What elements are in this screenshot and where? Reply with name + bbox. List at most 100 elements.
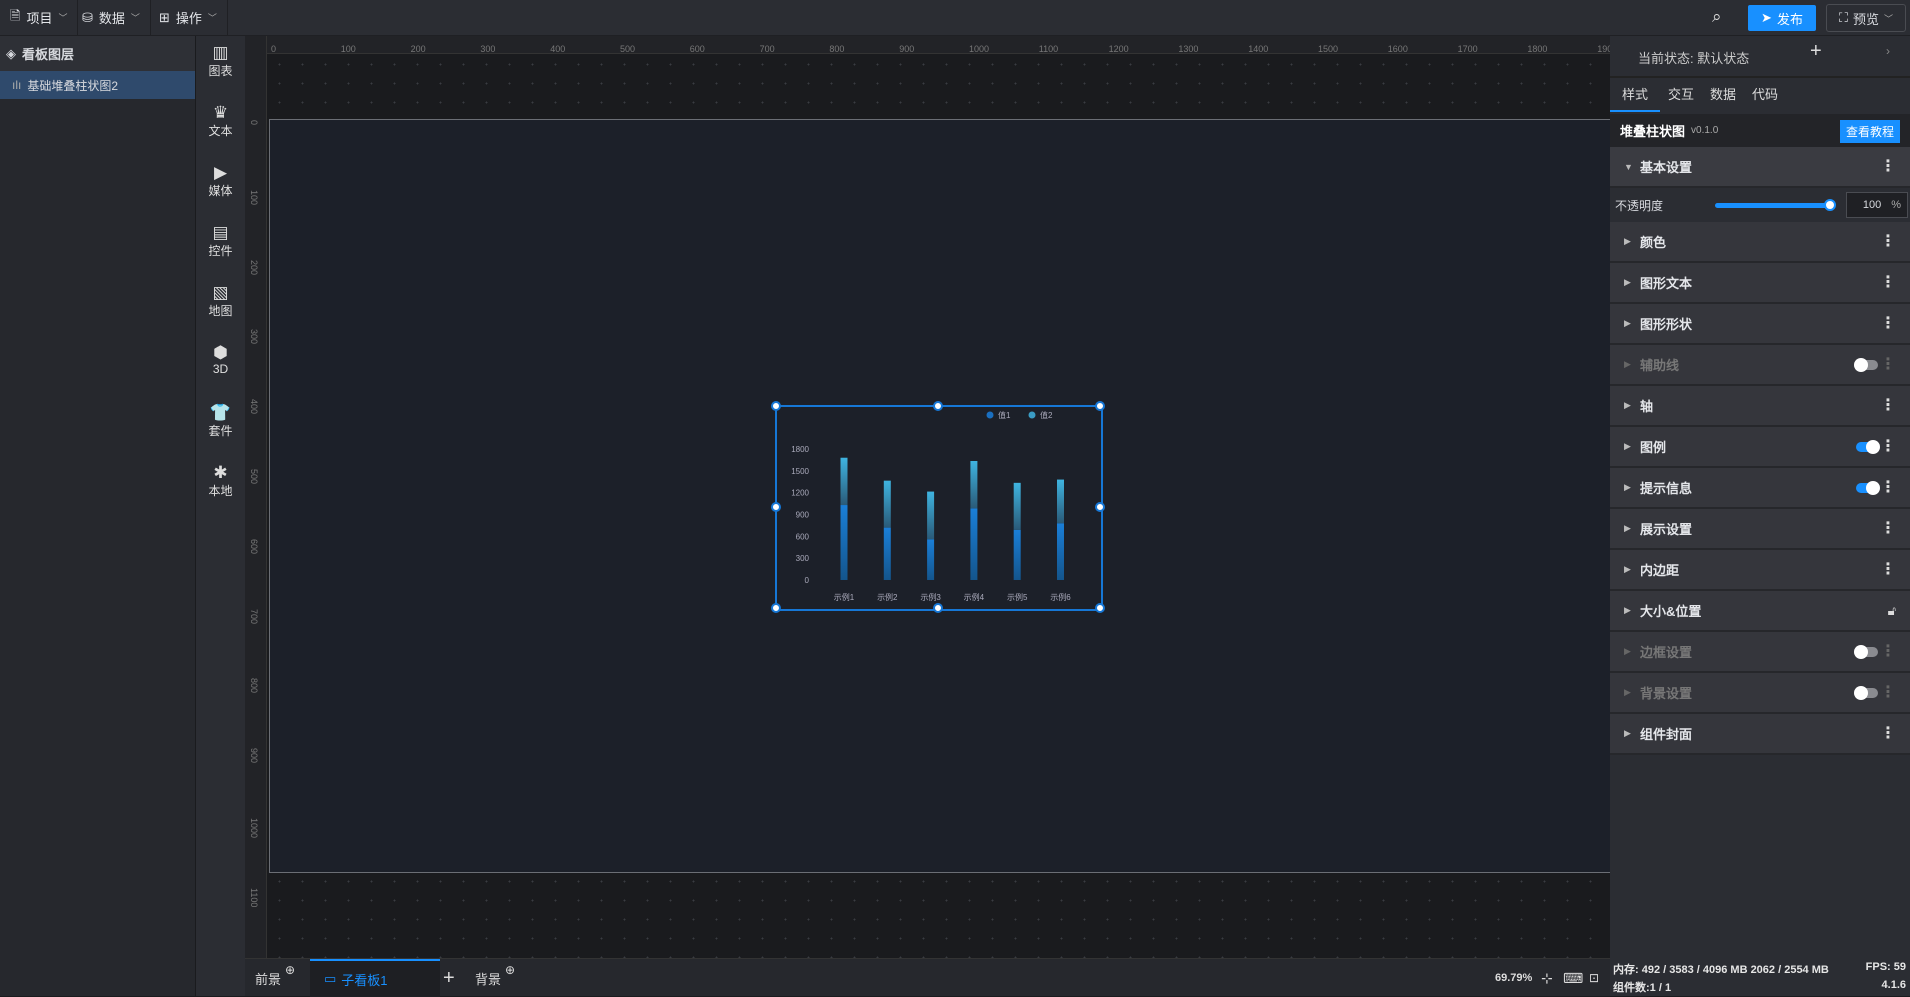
chevron-right-icon[interactable]: › <box>1886 44 1890 58</box>
opacity-slider[interactable] <box>1715 199 1836 211</box>
more-icon[interactable]: ⋮ <box>1880 234 1896 250</box>
layer-item[interactable]: ılı 基础堆叠柱状图2 <box>0 71 195 99</box>
ruler-label: 900 <box>899 44 915 54</box>
more-icon[interactable]: ⋮ <box>1880 480 1896 496</box>
caret-right-icon: ▶ <box>1624 564 1631 574</box>
y-tick-label: 0 <box>805 576 810 585</box>
toggle-switch[interactable] <box>1856 440 1880 454</box>
keyboard-icon[interactable]: ⌨ <box>1563 959 1583 997</box>
tab-sub-board[interactable]: ▭ 子看板1 <box>310 959 440 997</box>
property-tabs: 样式 交互 数据 代码 <box>1610 76 1910 112</box>
more-icon[interactable]: ⋮ <box>1880 726 1896 742</box>
component-1[interactable]: ♛ 文本 <box>196 104 245 139</box>
ruler-label: 300 <box>480 44 496 54</box>
section-label: 组件封面 <box>1640 727 1693 742</box>
component-7[interactable]: ✱ 本地 <box>196 464 245 499</box>
terminal-icon[interactable]: ⊡ <box>1589 959 1599 997</box>
status-bar: 内存: 492 / 3583 / 4096 MB 2062 / 2554 MB … <box>1610 958 1910 996</box>
caret-right-icon: ▶ <box>1624 236 1631 246</box>
section-basic[interactable]: ▼ 基本设置 ⋮ <box>1610 147 1910 188</box>
resize-handle[interactable] <box>1095 502 1105 512</box>
section-0[interactable]: ▶ 颜色 ⋮ <box>1610 222 1910 263</box>
caret-right-icon: ▶ <box>1624 728 1631 738</box>
add-board-button[interactable]: + <box>443 959 455 997</box>
slider-handle[interactable] <box>1824 199 1836 211</box>
component-0[interactable]: ▥ 图表 <box>196 44 245 79</box>
more-icon[interactable]: ⋮ <box>1880 159 1896 175</box>
chart-selection[interactable]: 0 300 600 900 1200 1500 1800 示例1 示例2 示例3 示例4 示例5 示例6… <box>771 401 1105 613</box>
toggle-switch[interactable] <box>1856 481 1880 495</box>
section-11[interactable]: ▶ 背景设置 ⋮ <box>1610 673 1910 714</box>
section-8[interactable]: ▶ 内边距 ⋮ <box>1610 550 1910 591</box>
more-icon[interactable]: ⋮ <box>1880 644 1896 660</box>
add-circle-icon[interactable]: ⊕ <box>285 963 295 977</box>
section-5[interactable]: ▶ 图例 ⋮ <box>1610 427 1910 468</box>
section-3[interactable]: ▶ 辅助线 ⋮ <box>1610 345 1910 386</box>
memory-usage: 内存: 492 / 3583 / 4096 MB 2062 / 2554 MB <box>1613 964 1829 976</box>
tutorial-button[interactable]: 查看教程 <box>1839 120 1900 143</box>
menu-operate[interactable]: ⊞ 操作 ﹀ <box>149 0 228 35</box>
tab-0[interactable]: 样式 <box>1610 78 1661 112</box>
ruler-label: 100 <box>249 189 259 205</box>
section-12[interactable]: ▶ 组件封面 ⋮ <box>1610 714 1910 755</box>
resize-handle[interactable] <box>933 603 943 613</box>
section-label: 轴 <box>1640 399 1654 414</box>
menu-data[interactable]: ⛁ 数据 ﹀ <box>72 0 151 35</box>
section-4[interactable]: ▶ 轴 ⋮ <box>1610 386 1910 427</box>
section-10[interactable]: ▶ 边框设置 ⋮ <box>1610 632 1910 673</box>
tab-1[interactable]: 交互 <box>1660 78 1702 112</box>
caret-right-icon: ▶ <box>1624 441 1631 451</box>
tab-3[interactable]: 代码 <box>1744 78 1786 112</box>
more-icon[interactable]: ⋮ <box>1880 685 1896 701</box>
resize-handle[interactable] <box>771 502 781 512</box>
search-icon[interactable]: ⌕ <box>1712 7 1722 27</box>
toggle-switch[interactable] <box>1854 686 1878 700</box>
lock-icon[interactable]: 🔓︎ <box>1888 603 1896 619</box>
preview-button[interactable]: ⛶ 预览 ﹀ <box>1826 4 1906 32</box>
resize-handle[interactable] <box>771 401 781 411</box>
bar-值1-示例3 <box>927 539 935 580</box>
tab-background[interactable]: 背景 ⊕ <box>475 959 515 997</box>
section-label: 颜色 <box>1640 235 1667 250</box>
publish-button[interactable]: ➤ 发布 <box>1748 5 1816 31</box>
more-icon[interactable]: ⋮ <box>1880 398 1896 414</box>
component-3[interactable]: ▤ 控件 <box>196 224 245 259</box>
legend-label: 值1 <box>998 410 1011 420</box>
tab-2[interactable]: 数据 <box>1702 78 1744 112</box>
section-7[interactable]: ▶ 展示设置 ⋮ <box>1610 509 1910 550</box>
section-1[interactable]: ▶ 图形文本 ⋮ <box>1610 263 1910 304</box>
more-icon[interactable]: ⋮ <box>1880 275 1896 291</box>
more-icon[interactable]: ⋮ <box>1880 439 1896 455</box>
ruler-label: 900 <box>249 748 259 764</box>
resize-handle[interactable] <box>933 401 943 411</box>
component-5[interactable]: ⬢ 3D <box>196 344 245 377</box>
component-header: 堆叠柱状图 v0.1.0 查看教程 <box>1610 114 1910 147</box>
opacity-input[interactable]: 100% <box>1846 192 1908 218</box>
fit-screen-icon[interactable]: ⊹ <box>1541 959 1553 997</box>
add-state-button[interactable]: + <box>1810 40 1822 63</box>
board-icon: ▭ <box>324 971 337 986</box>
more-icon[interactable]: ⋮ <box>1880 316 1896 332</box>
more-icon[interactable]: ⋮ <box>1880 357 1896 373</box>
more-icon[interactable]: ⋮ <box>1880 562 1896 578</box>
resize-handle[interactable] <box>1095 401 1105 411</box>
resize-handle[interactable] <box>1095 603 1105 613</box>
component-2[interactable]: ▶ 媒体 <box>196 164 245 199</box>
ruler-label: 1300 <box>1178 44 1199 54</box>
toggle-switch[interactable] <box>1854 645 1878 659</box>
toggle-switch[interactable] <box>1854 358 1878 372</box>
component-6[interactable]: 👕 套件 <box>196 404 245 439</box>
add-circle-icon[interactable]: ⊕ <box>505 963 515 977</box>
section-2[interactable]: ▶ 图形形状 ⋮ <box>1610 304 1910 345</box>
menu-project[interactable]: 🗎 项目 ﹀ <box>0 0 79 35</box>
tab-foreground[interactable]: 前景 ⊕ <box>255 959 295 997</box>
resize-handle[interactable] <box>771 603 781 613</box>
component-4[interactable]: ▧ 地图 <box>196 284 245 319</box>
section-label: 提示信息 <box>1640 481 1693 496</box>
zoom-level[interactable]: 69.79% <box>1495 959 1532 997</box>
ruler-label: 700 <box>249 608 259 624</box>
more-icon[interactable]: ⋮ <box>1880 521 1896 537</box>
ruler-label: 1700 <box>1457 44 1478 54</box>
section-6[interactable]: ▶ 提示信息 ⋮ <box>1610 468 1910 509</box>
section-9[interactable]: ▶ 大小&位置 🔓︎ <box>1610 591 1910 632</box>
